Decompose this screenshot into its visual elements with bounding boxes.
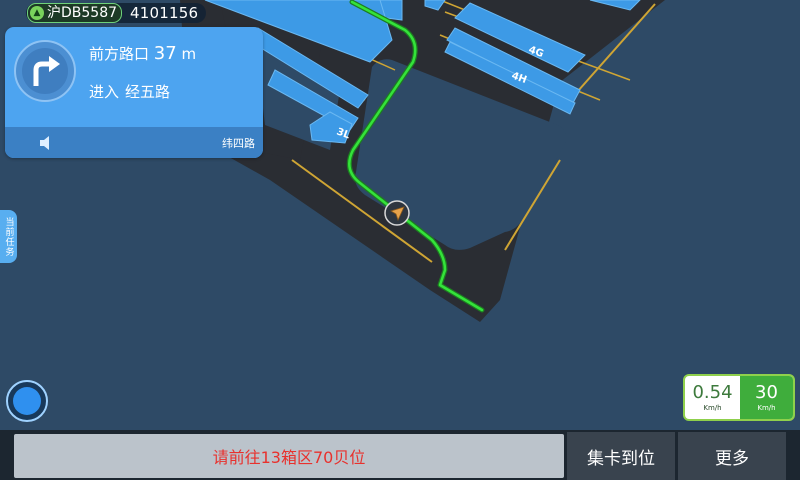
distance-prefix: 前方路口 xyxy=(89,45,150,63)
plate-badge: ▲ 沪DB5587 xyxy=(27,3,123,23)
current-speed: 0.54 Km/h xyxy=(685,376,740,419)
locate-button[interactable] xyxy=(6,380,48,422)
locate-icon xyxy=(13,387,41,415)
distance-unit: m xyxy=(181,45,197,63)
current-speed-unit: Km/h xyxy=(703,403,722,412)
bottom-bar: 请前往13箱区70贝位 集卡到位 更多 xyxy=(0,430,800,480)
current-task-label: 当前任务 xyxy=(3,216,14,257)
current-speed-value: 0.54 xyxy=(692,381,733,403)
vehicle-marker xyxy=(384,200,410,226)
truck-arrived-button[interactable]: 集卡到位 xyxy=(567,432,675,480)
distance-line: 前方路口 37 m xyxy=(89,43,196,64)
turn-right-icon xyxy=(33,56,60,86)
task-message: 请前往13箱区70贝位 xyxy=(14,434,564,478)
plate-number: 沪DB5587 xyxy=(47,5,118,21)
vehicle-id: 4101156 xyxy=(130,4,199,22)
truck-icon: ▲ xyxy=(30,6,44,20)
enter-label: 进入 xyxy=(89,83,120,101)
speed-panel: 0.54 Km/h 30 Km/h xyxy=(683,374,795,421)
speed-limit: 30 Km/h xyxy=(740,376,793,419)
navigation-card[interactable]: 前方路口 37 m 进入 经五路 纬四路 xyxy=(5,27,263,158)
next-road-name: 经五路 xyxy=(125,83,171,101)
next-road-line: 进入 经五路 xyxy=(89,81,170,102)
speaker-icon[interactable] xyxy=(38,135,54,151)
speed-limit-unit: Km/h xyxy=(757,403,776,412)
vehicle-header: ▲ 沪DB5587 4101156 xyxy=(26,3,207,23)
speed-limit-value: 30 xyxy=(755,381,778,403)
turn-indicator xyxy=(14,40,76,102)
current-task-tab[interactable]: 当前任务 xyxy=(0,210,17,263)
distance-value: 37 xyxy=(153,43,177,64)
more-button[interactable]: 更多 xyxy=(678,432,786,480)
nav-footer: 纬四路 xyxy=(5,127,263,158)
current-road-name: 纬四路 xyxy=(222,136,255,150)
